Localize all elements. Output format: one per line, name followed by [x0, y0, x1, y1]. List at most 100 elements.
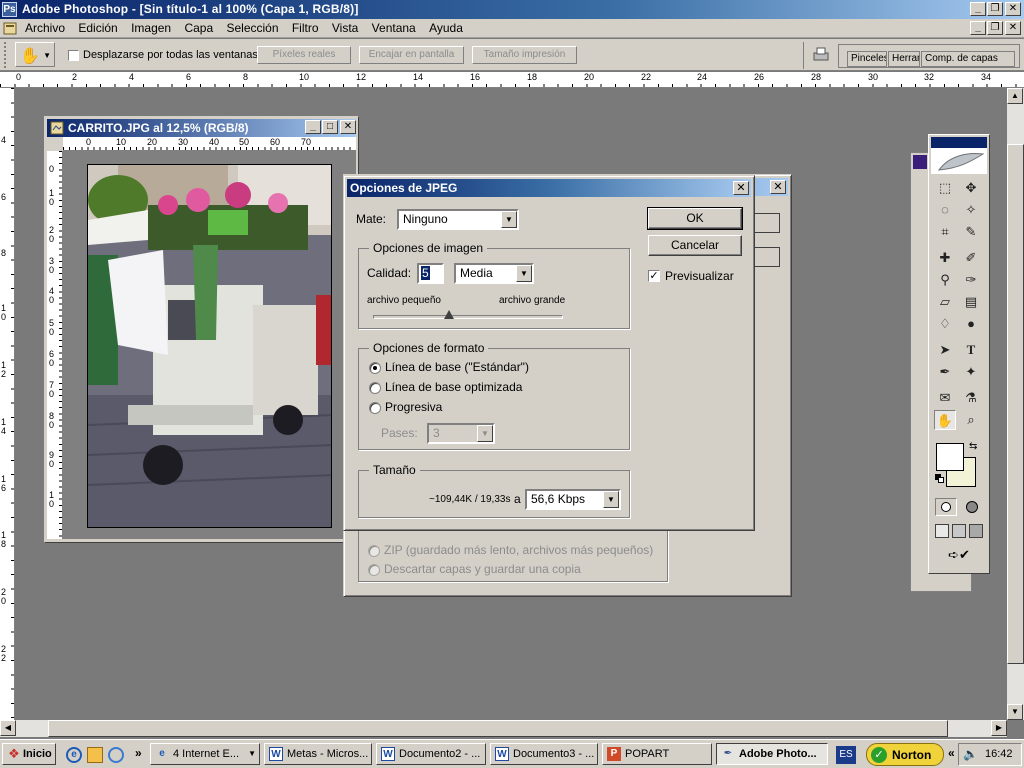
menu-edicion[interactable]: Edición: [73, 21, 122, 35]
scroll-right-icon[interactable]: ▶: [991, 720, 1007, 736]
full-screen-mode-icon[interactable]: [969, 524, 983, 538]
pen-tool-icon[interactable]: ✒: [934, 362, 956, 382]
close-button[interactable]: ✕: [1005, 2, 1021, 16]
quality-slider-thumb[interactable]: [444, 310, 454, 319]
vertical-scroll-thumb[interactable]: [1007, 144, 1024, 664]
scroll-all-windows-checkbox[interactable]: [68, 50, 79, 61]
toolbox-header[interactable]: [931, 148, 987, 174]
menu-imagen[interactable]: Imagen: [126, 21, 176, 35]
download-speed-select[interactable]: 56,6 Kbps ▼: [525, 489, 621, 510]
doc-close-button[interactable]: ✕: [1005, 21, 1021, 35]
taskbar-item-internet-explorer[interactable]: e 4 Internet E... ▼: [150, 743, 260, 765]
file-browser-button[interactable]: [803, 42, 833, 69]
menu-ayuda[interactable]: Ayuda: [424, 21, 468, 35]
media-quicklaunch-icon[interactable]: [108, 747, 124, 763]
hand-tool-icon[interactable]: ✋: [934, 410, 956, 430]
eraser-tool-icon[interactable]: ▱: [934, 292, 956, 312]
quality-slider-track[interactable]: [373, 315, 563, 319]
menu-ventana[interactable]: Ventana: [367, 21, 421, 35]
healing-brush-tool-icon[interactable]: ✚: [934, 248, 956, 268]
horizontal-scrollbar[interactable]: ◀ ▶: [0, 720, 1007, 737]
menu-filtro[interactable]: Filtro: [287, 21, 324, 35]
document-icon[interactable]: [50, 121, 64, 135]
start-button[interactable]: ❖ Inicio: [2, 743, 56, 765]
swap-colors-icon[interactable]: ⇆: [969, 441, 977, 452]
baseline-standard-radio[interactable]: [369, 362, 381, 374]
fit-screen-button[interactable]: Encajar en pantalla: [359, 46, 464, 64]
foreground-color-swatch[interactable]: [936, 443, 964, 471]
jpeg-dialog-close-button[interactable]: ✕: [733, 181, 749, 195]
horizontal-scroll-thumb[interactable]: [48, 720, 948, 737]
gradient-tool-icon[interactable]: ▤: [960, 292, 982, 312]
document-titlebar[interactable]: CARRITO.JPG al 12,5% (RGB/8) _ □ ✕: [47, 119, 356, 137]
background-dialog-close-button[interactable]: ✕: [770, 180, 786, 194]
scroll-down-icon[interactable]: ▼: [1007, 704, 1023, 720]
slice-tool-icon[interactable]: ✎: [960, 222, 982, 242]
show-desktop-quicklaunch-icon[interactable]: [87, 747, 103, 763]
background-dialog-button-edge[interactable]: [754, 213, 780, 233]
quality-preset-select[interactable]: Media ▼: [454, 263, 534, 284]
menu-archivo[interactable]: Archivo: [20, 21, 70, 35]
doc-window-maximize-button[interactable]: □: [322, 120, 338, 134]
menu-capa[interactable]: Capa: [179, 21, 218, 35]
background-dialog-button-edge[interactable]: [754, 247, 780, 267]
doc-minimize-button[interactable]: _: [970, 21, 986, 35]
volume-icon[interactable]: 🔈: [963, 747, 978, 761]
preview-checkbox[interactable]: ✓: [648, 270, 660, 282]
move-tool-icon[interactable]: ✥: [960, 178, 982, 198]
crop-tool-icon[interactable]: ⌗: [934, 222, 956, 242]
default-colors-icon[interactable]: [935, 474, 944, 483]
history-brush-tool-icon[interactable]: ✑: [960, 270, 982, 290]
cart-photo[interactable]: [87, 164, 332, 528]
notes-tool-icon[interactable]: ✉: [934, 388, 956, 408]
document-control-icon[interactable]: [3, 22, 17, 35]
custom-shape-tool-icon[interactable]: ✦: [960, 362, 982, 382]
standard-screen-mode-icon[interactable]: [935, 524, 949, 538]
quick-mask-button[interactable]: [961, 498, 983, 516]
matte-select[interactable]: Ninguno ▼: [397, 209, 519, 230]
taskbar-item-metas[interactable]: W Metas - Micros...: [264, 743, 372, 765]
options-bar-grip[interactable]: [4, 42, 9, 68]
scroll-left-icon[interactable]: ◀: [0, 720, 16, 736]
print-size-button[interactable]: Tamaño impresión: [472, 46, 577, 64]
tab-tool-presets[interactable]: Herramientas: [888, 51, 920, 67]
tray-expand-icon[interactable]: «: [948, 746, 955, 760]
cancel-button[interactable]: Cancelar: [648, 235, 742, 256]
clone-stamp-tool-icon[interactable]: ⚲: [934, 270, 956, 290]
passes-select[interactable]: 3 ▼: [427, 423, 495, 444]
tab-layer-comps[interactable]: Comp. de capas: [921, 51, 1015, 67]
toolbox-titlebar[interactable]: [931, 137, 987, 148]
menu-vista[interactable]: Vista: [327, 21, 363, 35]
quality-input[interactable]: 5: [417, 263, 444, 284]
tab-brushes[interactable]: Pinceles: [847, 51, 887, 67]
zoom-tool-icon[interactable]: ⌕: [960, 410, 982, 430]
blur-tool-icon[interactable]: ♢: [934, 314, 956, 334]
taskbar-item-documento3[interactable]: W Documento3 - ...: [490, 743, 598, 765]
norton-tray-button[interactable]: ✓ Norton: [866, 743, 944, 766]
taskbar-item-popart[interactable]: P POPART: [602, 743, 712, 765]
menu-seleccion[interactable]: Selección: [221, 21, 283, 35]
quicklaunch-more-icon[interactable]: »: [135, 746, 142, 760]
actual-pixels-button[interactable]: Píxeles reales: [257, 46, 351, 64]
path-selection-tool-icon[interactable]: ➤: [934, 340, 956, 360]
minimize-button[interactable]: _: [970, 2, 986, 16]
baseline-optimized-radio[interactable]: [369, 382, 381, 394]
doc-restore-button[interactable]: ❐: [987, 21, 1003, 35]
jump-to-imageready-icon[interactable]: ➪✔: [935, 547, 983, 567]
standard-mode-button[interactable]: [935, 498, 957, 516]
full-screen-menu-mode-icon[interactable]: [952, 524, 966, 538]
tool-preset-picker[interactable]: ✋ ▼: [15, 42, 55, 67]
photoshop-app-icon[interactable]: Ps: [2, 2, 17, 17]
taskbar-item-documento2[interactable]: W Documento2 - ...: [376, 743, 486, 765]
restore-button[interactable]: ❐: [987, 2, 1003, 16]
eyedropper-tool-icon[interactable]: ⚗: [960, 388, 982, 408]
lasso-tool-icon[interactable]: ◌: [934, 200, 956, 220]
magic-wand-tool-icon[interactable]: ✧: [960, 200, 982, 220]
ok-button[interactable]: OK: [647, 207, 743, 230]
clock[interactable]: 16:42: [985, 748, 1013, 760]
language-indicator[interactable]: ES: [836, 746, 856, 764]
discard-layers-radio[interactable]: [368, 564, 380, 576]
marquee-tool-icon[interactable]: ⬚: [934, 178, 956, 198]
scroll-up-icon[interactable]: ▲: [1007, 88, 1023, 104]
doc-window-close-button[interactable]: ✕: [340, 120, 356, 134]
